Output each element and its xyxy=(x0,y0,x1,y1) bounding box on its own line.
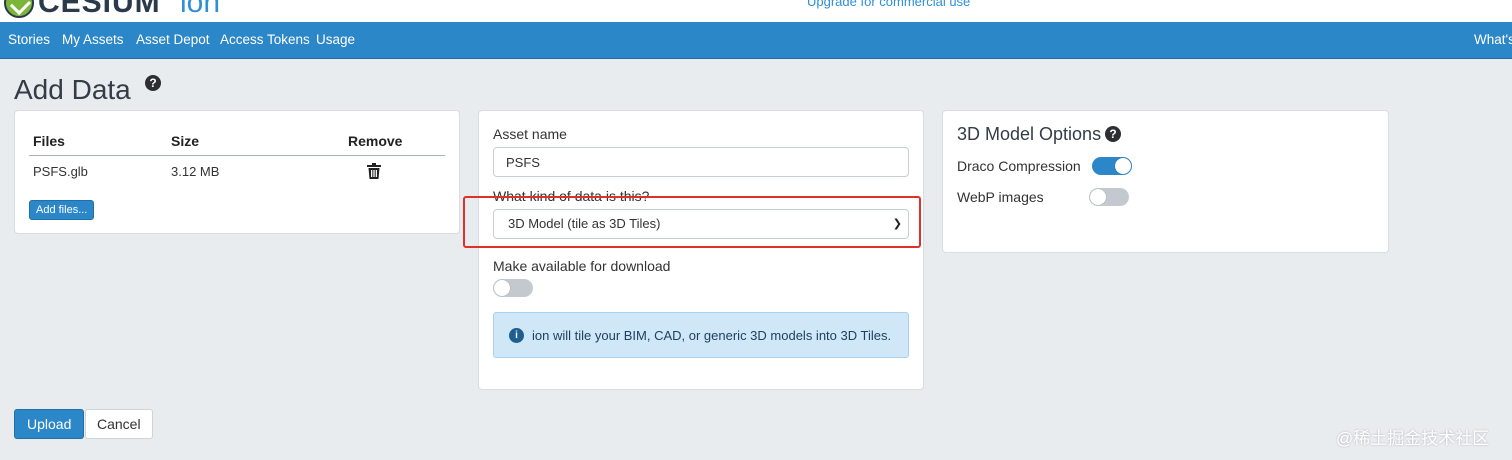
asset-name-label: Asset name xyxy=(493,126,567,142)
nav-whats-new[interactable]: What's xyxy=(1474,32,1512,47)
download-label: Make available for download xyxy=(493,258,671,274)
draco-toggle[interactable] xyxy=(1092,157,1132,175)
header-divider xyxy=(29,155,445,156)
watermark-text: @稀土掘金技术社区 xyxy=(1336,429,1490,448)
info-icon: i xyxy=(509,328,524,343)
toggle-knob xyxy=(1115,158,1131,174)
webp-label: WebP images xyxy=(957,189,1044,205)
draco-label: Draco Compression xyxy=(957,158,1081,174)
info-text: ion will tile your BIM, CAD, or generic … xyxy=(532,328,892,343)
upgrade-link[interactable]: Upgrade for commercial use xyxy=(807,0,970,9)
data-kind-select[interactable]: 3D Model (tile as 3D Tiles) ❯ xyxy=(493,209,909,239)
files-header: Files xyxy=(33,133,65,149)
trash-icon[interactable] xyxy=(367,163,381,179)
nav-my-assets[interactable]: My Assets xyxy=(62,32,124,47)
cesium-logo-icon xyxy=(4,0,34,18)
data-kind-selected: 3D Model (tile as 3D Tiles) xyxy=(508,216,661,231)
nav-usage[interactable]: Usage xyxy=(316,32,355,47)
main-nav: Stories My Assets Asset Depot Access Tok… xyxy=(0,22,1512,59)
nav-access-tokens[interactable]: Access Tokens xyxy=(220,32,310,47)
logo-suffix: ion xyxy=(180,0,221,19)
download-toggle[interactable] xyxy=(493,279,533,297)
size-header: Size xyxy=(171,133,200,149)
nav-stories[interactable]: Stories xyxy=(8,32,50,47)
file-name-cell: PSFS.glb xyxy=(33,164,88,179)
nav-asset-depot[interactable]: Asset Depot xyxy=(136,32,210,47)
remove-header: Remove xyxy=(348,133,403,149)
toggle-knob xyxy=(494,280,510,296)
info-alert: i ion will tile your BIM, CAD, or generi… xyxy=(493,312,909,358)
asset-panel: Asset name What kind of data is this? 3D… xyxy=(478,110,924,390)
chevron-down-icon: ❯ xyxy=(892,218,902,230)
options-help-icon[interactable]: ? xyxy=(1105,126,1121,142)
brand-bar: CESIUM ion Upgrade for commercial use xyxy=(0,0,1512,22)
cancel-button[interactable]: Cancel xyxy=(85,409,153,439)
files-panel: Files Size Remove PSFS.glb 3.12 MB Add f… xyxy=(14,110,460,234)
webp-toggle[interactable] xyxy=(1089,188,1129,206)
logo-text: CESIUM xyxy=(38,0,161,19)
asset-name-input[interactable] xyxy=(493,147,909,177)
data-kind-label: What kind of data is this? xyxy=(493,188,650,204)
toggle-knob xyxy=(1090,189,1106,205)
file-size-cell: 3.12 MB xyxy=(171,164,220,179)
upload-button[interactable]: Upload xyxy=(14,409,85,439)
options-title: 3D Model Options xyxy=(957,124,1102,144)
add-files-button[interactable]: Add files... xyxy=(29,200,95,220)
page-title: Add Data xyxy=(14,74,131,105)
help-icon[interactable]: ? xyxy=(145,75,161,91)
model-options-panel: 3D Model Options ? Draco Compression Web… xyxy=(942,110,1389,253)
